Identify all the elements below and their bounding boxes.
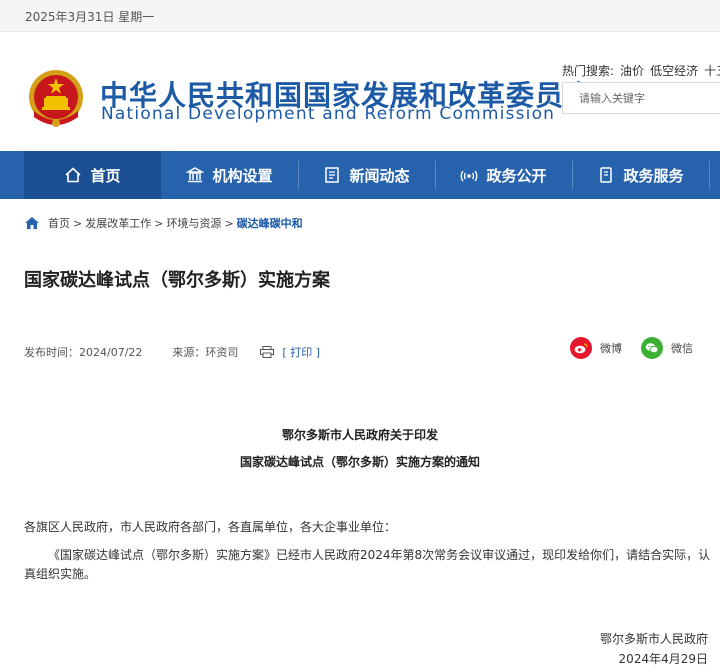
home-icon bbox=[65, 167, 82, 183]
main-nav: 首页 机构设置 新闻动态 政务公开 政务服务 bbox=[0, 151, 720, 199]
sign-date: 2024年4月29日 bbox=[618, 652, 708, 666]
breadcrumb-current[interactable]: 碳达峰碳中和 bbox=[237, 215, 303, 231]
wechat-icon bbox=[641, 337, 663, 359]
nav-label: 新闻动态 bbox=[349, 166, 410, 185]
breadcrumb: 首页 > 发展改革工作 > 环境与资源 > 碳达峰碳中和 bbox=[24, 215, 303, 231]
nav-label: 政务公开 bbox=[486, 166, 547, 185]
news-icon bbox=[325, 167, 340, 183]
nav-divider bbox=[709, 161, 710, 189]
nav-item-organization[interactable]: 机构设置 bbox=[161, 151, 298, 199]
nav-label: 首页 bbox=[90, 166, 121, 185]
building-icon bbox=[186, 167, 205, 183]
top-bar: 2025年3月31日 星期一 bbox=[0, 0, 720, 32]
breadcrumb-link-home[interactable]: 首页 bbox=[48, 215, 70, 231]
printer-icon bbox=[260, 346, 275, 358]
hot-search: 热门搜索: 油价低空经济十五 bbox=[562, 62, 720, 79]
article-source: 来源：环资司 bbox=[172, 346, 239, 359]
document-icon bbox=[600, 167, 613, 183]
nav-label: 机构设置 bbox=[212, 166, 273, 185]
print-button[interactable]: [ 打印 ] bbox=[260, 344, 320, 360]
share-weibo-button[interactable]: 微博 bbox=[570, 337, 622, 359]
nav-item-news[interactable]: 新闻动态 bbox=[298, 151, 435, 199]
breadcrumb-link-environment[interactable]: 环境与资源 bbox=[166, 215, 221, 231]
nav-item-home[interactable]: 首页 bbox=[24, 151, 161, 199]
share-label: 微信 bbox=[671, 342, 693, 355]
print-label: [ 打印 ] bbox=[282, 346, 320, 359]
hot-keyword-link[interactable]: 低空经济 bbox=[650, 64, 698, 78]
breadcrumb-separator: > bbox=[73, 216, 83, 230]
hot-keyword-link[interactable]: 十五 bbox=[704, 64, 720, 78]
search-box bbox=[562, 82, 720, 114]
notice-title-line-1: 鄂尔多斯市人民政府关于印发 bbox=[281, 428, 438, 442]
search-input[interactable] bbox=[563, 83, 713, 113]
site-title-en[interactable]: National Development and Reform Commissi… bbox=[101, 104, 555, 124]
article-meta: 发布时间：2024/07/22 来源：环资司 [ 打印 ] bbox=[24, 344, 320, 360]
national-emblem-icon bbox=[29, 70, 83, 127]
salutation: 各旗区人民政府，市人民政府各部门，各直属单位，各大企事业单位： bbox=[24, 520, 397, 534]
broadcast-icon bbox=[461, 170, 478, 182]
current-date: 2025年3月31日 星期一 bbox=[25, 10, 155, 24]
notice-title-line-2: 国家碳达峰试点（鄂尔多斯）实施方案的通知 bbox=[239, 455, 480, 469]
hot-search-label: 热门搜索: bbox=[562, 64, 615, 78]
site-header: 中华人民共和国国家发展和改革委员会 National Development a… bbox=[0, 32, 720, 151]
nav-item-services[interactable]: 政务服务 bbox=[572, 151, 709, 199]
signature: 鄂尔多斯市人民政府 bbox=[599, 632, 708, 646]
home-icon bbox=[25, 217, 39, 229]
body-paragraph: 《国家碳达峰试点（鄂尔多斯）实施方案》已经市人民政府2024年第8次常务会议审议… bbox=[24, 548, 711, 581]
share-wechat-button[interactable]: 微信 bbox=[641, 337, 693, 359]
breadcrumb-link-reform[interactable]: 发展改革工作 bbox=[85, 215, 151, 231]
nav-label: 政务服务 bbox=[623, 166, 684, 185]
breadcrumb-separator: > bbox=[154, 216, 164, 230]
share-label: 微博 bbox=[600, 342, 622, 355]
hot-keyword-link[interactable]: 油价 bbox=[620, 64, 644, 78]
breadcrumb-separator: > bbox=[224, 216, 234, 230]
nav-item-gov-affairs[interactable]: 政务公开 bbox=[435, 151, 572, 199]
publish-time: 发布时间：2024/07/22 bbox=[24, 346, 143, 359]
article-title: 国家碳达峰试点（鄂尔多斯）实施方案 bbox=[24, 270, 330, 291]
weibo-icon bbox=[570, 337, 592, 359]
